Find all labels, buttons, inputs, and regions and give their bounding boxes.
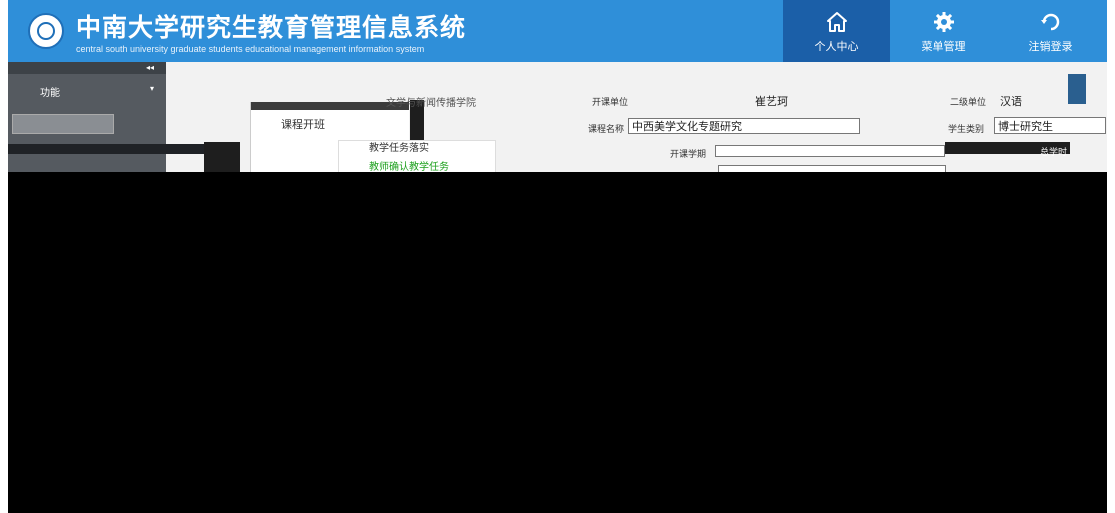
student-type-label: 学生类别 (948, 125, 985, 135)
sidebar-divider (8, 144, 208, 154)
total-hours-label: 总学时 (1040, 148, 1068, 158)
nav-personal-center-label: 个人中心 (814, 40, 859, 53)
submenu-item-task-assign[interactable]: 教学任务落实 (369, 139, 429, 154)
sidebar-function-label: 功能 (40, 88, 60, 99)
teaching-submenu: 教学任务落实 教师确认教学任务 (338, 140, 496, 174)
home-icon (826, 12, 847, 32)
nav-logout-button[interactable]: 注销登录 (997, 0, 1104, 62)
dept-label: 开课单位 (592, 98, 629, 108)
nav-personal-center-button[interactable]: 个人中心 (783, 0, 890, 62)
gear-icon (933, 12, 954, 32)
dept-value: 文学与新闻传播学院 (386, 98, 476, 109)
dept2-value: 汉语 (1000, 95, 1022, 108)
sidebar: ◂◂ 功能 ▾ (8, 62, 208, 172)
logout-icon (1040, 13, 1059, 31)
app-subtitle: central south university graduate studen… (76, 44, 425, 54)
app-title: 中南大学研究生教育管理信息系统 (76, 13, 467, 42)
app-header: 中南大学研究生教育管理信息系统 central south university… (8, 0, 1107, 62)
university-logo-icon (28, 13, 64, 49)
menu-item-course-open[interactable]: 课程开班 (281, 116, 325, 132)
semester-label: 开课学期 (670, 150, 707, 160)
student-type-value: 博士研究生 (998, 120, 1053, 133)
submenu-item-teacher-confirm[interactable]: 教师确认教学任务 (369, 158, 449, 173)
overlay-block (204, 142, 240, 172)
teacher-value: 崔艺珂 (755, 95, 788, 108)
course-name-label: 课程名称 (588, 125, 625, 135)
sidebar-collapse-button[interactable]: ◂◂ (8, 62, 166, 74)
nav-menu-management-button[interactable]: 菜单管理 (890, 0, 997, 62)
semester-field[interactable] (715, 145, 945, 157)
sidebar-select[interactable] (12, 114, 114, 134)
blank-render-region (8, 172, 1107, 513)
nav-menu-management-label: 菜单管理 (921, 40, 966, 53)
sidebar-function-header[interactable]: 功能 ▾ (8, 80, 166, 100)
overlay-block (1068, 74, 1086, 104)
nav-logout-label: 注销登录 (1028, 40, 1073, 53)
chevron-down-icon: ▾ (150, 84, 155, 93)
course-name-value: 中西美学文化专题研究 (632, 120, 742, 133)
dept2-label: 二级单位 (950, 98, 987, 108)
